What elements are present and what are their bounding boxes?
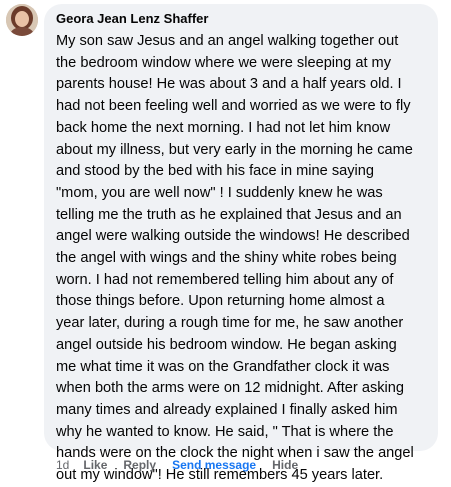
comment-line: telling me the truth as he explained tha…: [56, 206, 402, 223]
avatar-image: [6, 4, 38, 36]
comment-line: many times and already explained I final…: [56, 401, 398, 418]
comment-line: year later, during a rough time for me, …: [56, 315, 404, 332]
comment-line: angel outside his bedroom window. He beg…: [56, 336, 397, 353]
comment-line: had not been feeling well and worried as…: [56, 98, 411, 115]
comment-line: back home the next morning. I had not le…: [56, 119, 391, 136]
comment-line: the angel with wings and the shiny white…: [56, 250, 397, 267]
comment-line: the bedroom window where we were sleepin…: [56, 54, 392, 71]
comment-line: "mom, you are well now" ! I suddenly kne…: [56, 184, 383, 201]
comment-line: those things before. Upon returning home…: [56, 293, 385, 310]
avatar[interactable]: [6, 4, 38, 36]
comment-actions: 1d Like Reply Send message Hide: [56, 457, 314, 473]
comment-bubble: Geora Jean Lenz Shaffer My son saw Jesus…: [44, 4, 438, 483]
comment-line: worn. I had not remembered telling him a…: [56, 271, 394, 288]
reply-button[interactable]: Reply: [123, 457, 156, 473]
hide-button[interactable]: Hide: [272, 457, 298, 473]
comment-text: My son saw Jesus and an angel walking to…: [56, 31, 426, 487]
like-button[interactable]: Like: [83, 457, 107, 473]
comment-line: about my illness, but very early in the …: [56, 141, 413, 158]
comment-line: when both the arms were on 12 midnight. …: [56, 380, 405, 397]
comment-line: why he wanted to know. He said, " That i…: [56, 423, 394, 440]
comment-line: My son saw Jesus and an angel walking to…: [56, 33, 399, 49]
comment-timestamp[interactable]: 1d: [56, 457, 69, 473]
comment-line: and stood by the bed with his face in mi…: [56, 163, 375, 180]
comment-line: me what time it was on the Grandfather c…: [56, 358, 390, 375]
send-message-button[interactable]: Send message: [172, 457, 256, 473]
comment-line: angel were walking outside the windows! …: [56, 228, 410, 245]
comment-line: parents house! He was about 3 and a half…: [56, 76, 402, 93]
comment-author[interactable]: Geora Jean Lenz Shaffer: [56, 10, 208, 28]
